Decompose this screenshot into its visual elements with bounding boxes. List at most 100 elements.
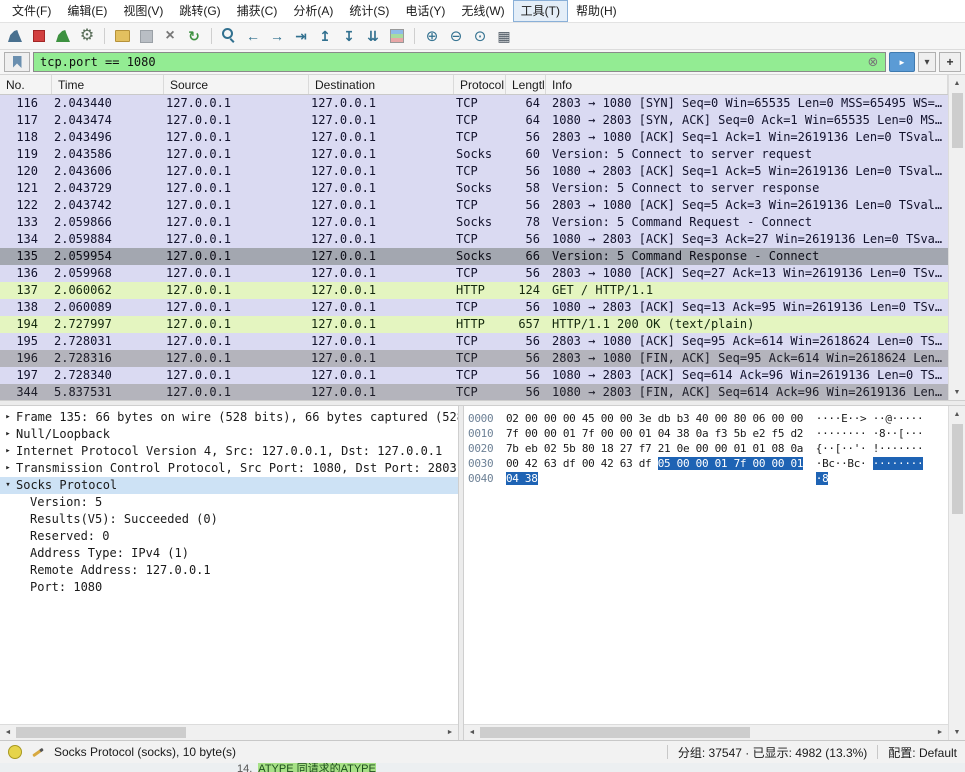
- packet-row[interactable]: 1372.060062127.0.0.1127.0.0.1HTTP124GET …: [0, 282, 948, 299]
- capture-comment-icon[interactable]: [30, 744, 46, 760]
- filter-bookmark-button[interactable]: [4, 52, 30, 72]
- packet-row[interactable]: 1162.043440127.0.0.1127.0.0.1TCP642803 →…: [0, 95, 948, 112]
- bytes-v-scrollbar[interactable]: [948, 406, 965, 740]
- scrollbar-thumb[interactable]: [480, 727, 750, 738]
- packet-row[interactable]: 1332.059866127.0.0.1127.0.0.1Socks78Vers…: [0, 214, 948, 231]
- hex-row[interactable]: 0040 04 38 ·8: [468, 471, 948, 486]
- scroll-down-button[interactable]: [949, 384, 965, 400]
- column-header-no[interactable]: No.: [0, 75, 52, 94]
- scroll-up-button[interactable]: [949, 406, 965, 422]
- menu-item[interactable]: 视图(V): [115, 0, 171, 22]
- expert-info-icon[interactable]: [8, 745, 22, 759]
- packet-row[interactable]: 1172.043474127.0.0.1127.0.0.1TCP641080 →…: [0, 112, 948, 129]
- detail-line[interactable]: ▾Socks Protocol: [0, 477, 458, 494]
- auto-scroll-icon[interactable]: [362, 25, 384, 47]
- packet-row[interactable]: 1382.060089127.0.0.1127.0.0.1TCP561080 →…: [0, 299, 948, 316]
- bytes-h-scrollbar[interactable]: [464, 724, 948, 740]
- menu-item[interactable]: 捕获(C): [229, 0, 286, 22]
- menu-item[interactable]: 帮助(H): [568, 0, 625, 22]
- packet-row[interactable]: 1952.728031127.0.0.1127.0.0.1TCP562803 →…: [0, 333, 948, 350]
- scroll-down-button[interactable]: [949, 724, 965, 740]
- stop-capture-icon[interactable]: [28, 25, 50, 47]
- capture-options-icon[interactable]: [76, 25, 98, 47]
- packet-row[interactable]: 1202.043606127.0.0.1127.0.0.1TCP561080 →…: [0, 163, 948, 180]
- scrollbar-thumb[interactable]: [952, 424, 963, 514]
- scroll-left-button[interactable]: [464, 725, 480, 741]
- menu-item[interactable]: 无线(W): [453, 0, 512, 22]
- reload-icon[interactable]: [183, 25, 205, 47]
- scroll-right-button[interactable]: [442, 725, 458, 741]
- menu-item[interactable]: 编辑(E): [59, 0, 115, 22]
- hex-row[interactable]: 0020 7b eb 02 5b 80 18 27 f7 21 0e 00 00…: [468, 441, 948, 456]
- packet-row[interactable]: 1942.727997127.0.0.1127.0.0.1HTTP657HTTP…: [0, 316, 948, 333]
- filter-dropdown-button[interactable]: [918, 52, 936, 72]
- detail-line[interactable]: ▸Null/Loopback: [0, 426, 458, 443]
- close-file-icon[interactable]: [159, 25, 181, 47]
- collapsed-arrow-icon[interactable]: ▸: [0, 426, 16, 443]
- go-forward-icon[interactable]: [266, 25, 288, 47]
- column-header-time[interactable]: Time: [52, 75, 164, 94]
- detail-line[interactable]: Results(V5): Succeeded (0): [0, 511, 458, 528]
- go-back-icon[interactable]: [242, 25, 264, 47]
- open-file-icon[interactable]: [111, 25, 133, 47]
- column-header-dst[interactable]: Destination: [309, 75, 454, 94]
- column-header-proto[interactable]: Protocol: [454, 75, 506, 94]
- add-filter-button[interactable]: +: [939, 52, 961, 72]
- save-file-icon[interactable]: [135, 25, 157, 47]
- find-packet-icon[interactable]: [218, 25, 240, 47]
- zoom-reset-icon[interactable]: [469, 25, 491, 47]
- packet-row[interactable]: 1972.728340127.0.0.1127.0.0.1TCP561080 →…: [0, 367, 948, 384]
- expanded-arrow-icon[interactable]: ▾: [0, 477, 16, 494]
- column-header-info[interactable]: Info: [546, 75, 948, 94]
- scroll-left-button[interactable]: [0, 725, 16, 741]
- collapsed-arrow-icon[interactable]: ▸: [0, 409, 16, 426]
- detail-line[interactable]: ▸Transmission Control Protocol, Src Port…: [0, 460, 458, 477]
- detail-line[interactable]: Version: 5: [0, 494, 458, 511]
- detail-line[interactable]: Address Type: IPv4 (1): [0, 545, 458, 562]
- hex-row[interactable]: 0000 02 00 00 00 45 00 00 3e db b3 40 00…: [468, 411, 948, 426]
- menu-item[interactable]: 统计(S): [341, 0, 397, 22]
- collapsed-arrow-icon[interactable]: ▸: [0, 443, 16, 460]
- zoom-out-icon[interactable]: [445, 25, 467, 47]
- scrollbar-thumb[interactable]: [952, 93, 963, 148]
- packet-row[interactable]: 1962.728316127.0.0.1127.0.0.1TCP562803 →…: [0, 350, 948, 367]
- collapsed-arrow-icon[interactable]: ▸: [0, 460, 16, 477]
- colorize-icon[interactable]: [386, 25, 408, 47]
- hex-row[interactable]: 0010 7f 00 00 01 7f 00 00 01 04 38 0a f3…: [468, 426, 948, 441]
- column-header-len[interactable]: Lengtl: [506, 75, 546, 94]
- packet-row[interactable]: 1182.043496127.0.0.1127.0.0.1TCP562803 →…: [0, 129, 948, 146]
- menu-item[interactable]: 跳转(G): [171, 0, 228, 22]
- menu-item[interactable]: 工具(T): [513, 0, 568, 22]
- scroll-up-button[interactable]: [949, 75, 965, 91]
- packet-row[interactable]: 1362.059968127.0.0.1127.0.0.1TCP562803 →…: [0, 265, 948, 282]
- packet-list-scrollbar[interactable]: [948, 75, 965, 400]
- resize-columns-icon[interactable]: [493, 25, 515, 47]
- clear-filter-icon[interactable]: [865, 54, 881, 70]
- hex-row[interactable]: 0030 00 42 63 df 00 42 63 df 05 00 00 01…: [468, 456, 948, 471]
- menu-item[interactable]: 文件(F): [4, 0, 59, 22]
- packet-row[interactable]: 3445.837531127.0.0.1127.0.0.1TCP561080 →…: [0, 384, 948, 400]
- scroll-right-button[interactable]: [932, 725, 948, 741]
- menu-item[interactable]: 分析(A): [285, 0, 341, 22]
- detail-line[interactable]: Remote Address: 127.0.0.1: [0, 562, 458, 579]
- restart-capture-icon[interactable]: [52, 25, 74, 47]
- display-filter-input[interactable]: [38, 54, 865, 70]
- first-packet-icon[interactable]: [314, 25, 336, 47]
- detail-line[interactable]: ▸Frame 135: 66 bytes on wire (528 bits),…: [0, 409, 458, 426]
- packet-row[interactable]: 1352.059954127.0.0.1127.0.0.1Socks66Vers…: [0, 248, 948, 265]
- status-profile[interactable]: 配置: Default: [888, 744, 957, 761]
- packet-row[interactable]: 1342.059884127.0.0.1127.0.0.1TCP561080 →…: [0, 231, 948, 248]
- packet-row[interactable]: 1192.043586127.0.0.1127.0.0.1Socks60Vers…: [0, 146, 948, 163]
- packet-row[interactable]: 1212.043729127.0.0.1127.0.0.1Socks58Vers…: [0, 180, 948, 197]
- apply-filter-button[interactable]: [889, 52, 915, 72]
- menu-item[interactable]: 电话(Y): [397, 0, 453, 22]
- detail-line[interactable]: ▸Internet Protocol Version 4, Src: 127.0…: [0, 443, 458, 460]
- detail-line[interactable]: Port: 1080: [0, 579, 458, 596]
- detail-line[interactable]: Reserved: 0: [0, 528, 458, 545]
- start-capture-icon[interactable]: [4, 25, 26, 47]
- last-packet-icon[interactable]: [338, 25, 360, 47]
- zoom-in-icon[interactable]: [421, 25, 443, 47]
- column-header-src[interactable]: Source: [164, 75, 309, 94]
- go-to-packet-icon[interactable]: [290, 25, 312, 47]
- scrollbar-thumb[interactable]: [16, 727, 186, 738]
